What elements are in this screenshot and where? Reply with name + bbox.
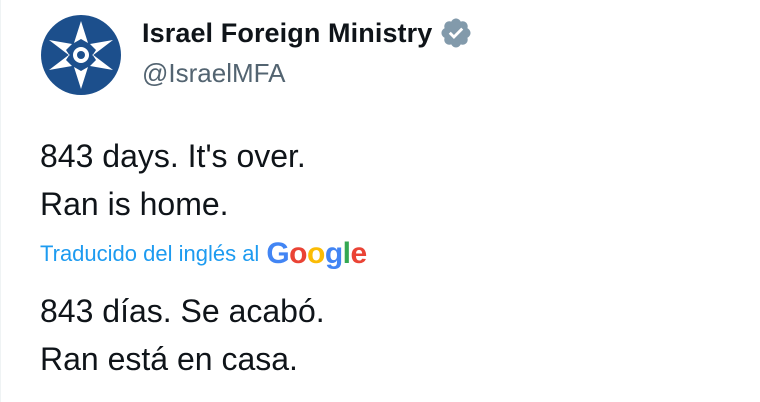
original-line-2: Ran is home.: [40, 186, 229, 222]
tweet-translated-text: 843 días. Se acabó. Ran está en casa.: [40, 287, 325, 383]
translation-attribution[interactable]: Traducido del inglés al Google: [40, 236, 367, 272]
translated-line-2: Ran está en casa.: [40, 341, 298, 377]
tweet-card: Israel Foreign Ministry @IsraelMFA 843 d…: [0, 0, 760, 402]
display-name[interactable]: Israel Foreign Ministry: [142, 18, 432, 49]
tweet-original-text: 843 days. It's over. Ran is home.: [40, 132, 306, 228]
verified-badge-icon[interactable]: [439, 16, 473, 50]
israel-mfa-logo-icon: [39, 13, 123, 97]
google-logo: Google: [266, 237, 367, 270]
account-handle[interactable]: @IsraelMFA: [142, 58, 285, 89]
display-name-row[interactable]: Israel Foreign Ministry: [142, 14, 473, 52]
original-line-1: 843 days. It's over.: [40, 138, 306, 174]
account-avatar[interactable]: [39, 13, 123, 97]
translated-line-1: 843 días. Se acabó.: [40, 293, 325, 329]
translation-label[interactable]: Traducido del inglés al: [40, 241, 259, 267]
